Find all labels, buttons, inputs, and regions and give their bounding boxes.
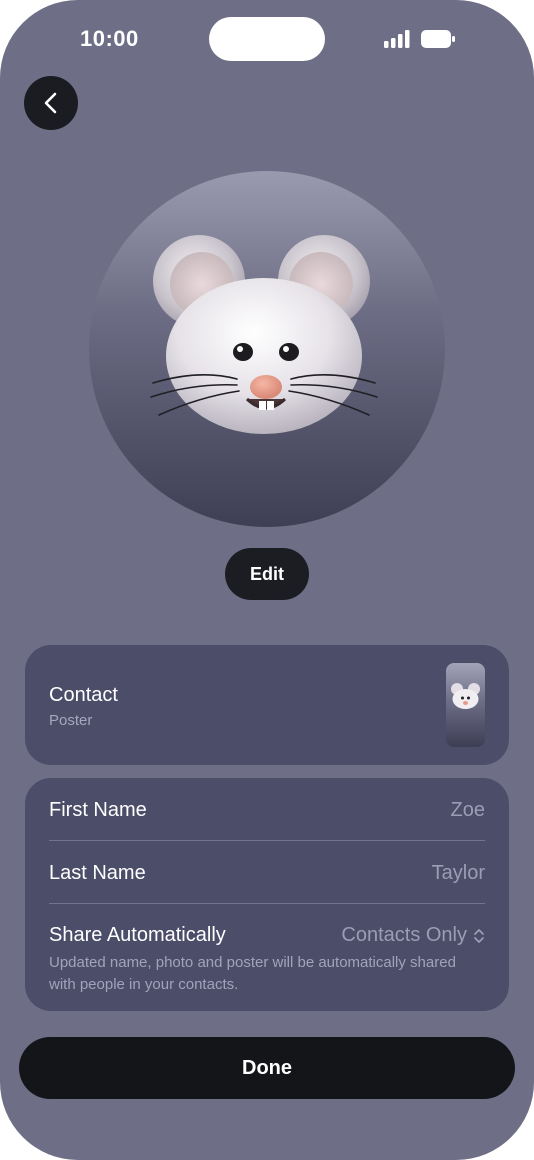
phone-screen: 10:00 Edit Contact Poster First Name Zoe… [0,0,534,1160]
poster-title: Contact [49,684,118,706]
first-name-field[interactable]: Zoe [451,799,485,822]
share-help-text: Updated name, photo and poster will be a… [49,954,456,993]
poster-thumbnail[interactable] [446,663,485,747]
divider [49,903,485,904]
chevron-up-down-icon [474,928,484,943]
battery-icon [421,30,455,48]
poster-subtitle: Poster [49,712,93,729]
first-name-label: First Name [49,799,147,821]
avatar-circle [89,171,445,527]
chevron-left-icon [44,92,57,114]
share-value: Contacts Only [341,924,467,946]
share-automatically-label: Share Automatically [49,924,226,946]
mouse-thumbnail-icon [451,683,480,709]
done-button[interactable]: Done [19,1037,515,1099]
mouse-avatar-icon [150,235,378,434]
last-name-label: Last Name [49,862,146,884]
status-time: 10:00 [80,26,139,51]
edit-button[interactable]: Edit [225,548,309,600]
profile-form-card: First Name Zoe Last Name Taylor Share Au… [25,778,509,1011]
back-button[interactable] [24,76,78,130]
share-automatically-select[interactable]: Contacts Only [341,924,485,947]
dynamic-island [209,17,325,61]
last-name-field[interactable]: Taylor [432,862,485,885]
divider [49,840,485,841]
contact-poster-card[interactable]: Contact Poster [25,645,509,765]
signal-bars-icon [384,30,410,48]
